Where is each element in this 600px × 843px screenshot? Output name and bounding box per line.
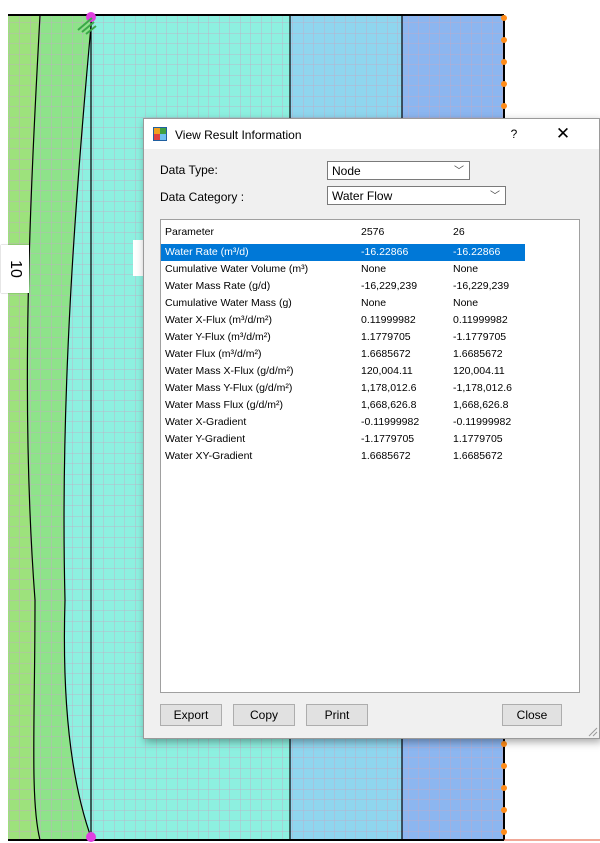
row-parameter-name: Water Y-Flux (m³/d/m²) — [165, 331, 271, 343]
table-row[interactable]: Water Y-Gradient -1.1779705 1.1779705 — [161, 431, 579, 448]
row-value: 1.1779705 — [453, 433, 503, 445]
contour-label: 10 — [1, 245, 29, 293]
table-row[interactable]: Water Flux (m³/d/m²) 1.6685672 1.6685672 — [161, 346, 579, 363]
row-value: -1.1779705 — [453, 331, 507, 343]
dialog-titlebar[interactable]: View Result Information ? ✕ — [144, 119, 599, 149]
close-icon[interactable]: ✕ — [551, 124, 575, 144]
table-row[interactable]: Cumulative Water Volume (m³) None None — [161, 261, 579, 278]
data-type-select[interactable]: Node ﹀ — [327, 161, 470, 180]
row-value: -16,229,239 — [361, 280, 418, 292]
view-result-dialog: View Result Information ? ✕ Data Type: N… — [143, 118, 600, 739]
print-button[interactable]: Print — [306, 704, 368, 726]
row-value: 120,004.11 — [361, 365, 413, 377]
row-parameter-name: Water Y-Gradient — [165, 433, 246, 445]
row-value: None — [361, 263, 387, 275]
column-header-node-26: 26 — [453, 226, 465, 238]
data-category-label: Data Category : — [160, 190, 245, 204]
row-parameter-name: Water XY-Gradient — [165, 450, 253, 462]
row-value: 1.6685672 — [453, 348, 503, 360]
dialog-title: View Result Information — [175, 128, 302, 142]
row-parameter-name: Water Mass Flux (g/d/m²) — [165, 399, 284, 411]
row-parameter-name: Cumulative Water Mass (g) — [165, 297, 292, 309]
app-icon — [153, 127, 167, 141]
row-value: 1,668,626.8 — [361, 399, 417, 411]
well-marker-bottom — [86, 832, 96, 842]
row-parameter-name: Water X-Gradient — [165, 416, 247, 428]
row-value: 0.11999982 — [453, 314, 508, 326]
data-category-select[interactable]: Water Flow ﹀ — [327, 186, 506, 205]
row-value: -16.22866 — [453, 246, 501, 258]
row-value: -1.1779705 — [361, 433, 415, 445]
chevron-down-icon: ﹀ — [454, 166, 464, 177]
table-row[interactable]: Water Mass X-Flux (g/d/m²) 120,004.11 120,… — [161, 363, 579, 380]
close-button[interactable]: Close — [502, 704, 562, 726]
data-category-value: Water Flow — [332, 189, 393, 203]
table-row[interactable]: Water X-Flux (m³/d/m²) 0.11999982 0.119999… — [161, 312, 579, 329]
row-value: 1,668,626.8 — [453, 399, 509, 411]
row-value: 0.11999982 — [361, 314, 416, 326]
table-row[interactable]: Water Mass Rate (g/d) -16,229,239 -16,229,… — [161, 278, 579, 295]
column-header-node-2576: 2576 — [361, 226, 385, 238]
table-row[interactable]: Water Mass Flux (g/d/m²) 1,668,626.8 1,668… — [161, 397, 579, 414]
row-value: 120,004.11 — [453, 365, 505, 377]
row-value: 1.6685672 — [361, 348, 411, 360]
table-row[interactable]: Water X-Gradient -0.11999982 -0.11999982 — [161, 414, 579, 431]
row-value: -1,178,012.6 — [453, 382, 512, 394]
table-row[interactable]: Cumulative Water Mass (g) None None — [161, 295, 579, 312]
result-table[interactable]: Parameter 2576 26 Water Rate (m³/d) -16.2… — [160, 219, 580, 693]
row-value: -0.11999982 — [453, 416, 512, 428]
table-row[interactable]: Water Rate (m³/d) -16.22866 -16.22866 — [161, 244, 525, 261]
data-type-value: Node — [332, 164, 361, 178]
column-header-parameter: Parameter — [165, 226, 215, 238]
table-row[interactable]: Water Y-Flux (m³/d/m²) 1.1779705 -1.177970… — [161, 329, 579, 346]
row-value: 1.6685672 — [361, 450, 411, 462]
row-parameter-name: Water Flux (m³/d/m²) — [165, 348, 262, 360]
data-type-label: Data Type: — [160, 163, 218, 177]
resize-grip-icon[interactable] — [586, 725, 598, 737]
contour-label-text: 10 — [6, 260, 24, 278]
row-parameter-name: Water X-Flux (m³/d/m²) — [165, 314, 272, 326]
row-parameter-name: Water Rate (m³/d) — [165, 246, 249, 258]
chevron-down-icon: ﹀ — [490, 191, 500, 202]
row-parameter-name: Cumulative Water Volume (m³) — [165, 263, 309, 275]
row-value: None — [453, 297, 479, 309]
table-header: Parameter 2576 26 — [161, 220, 579, 244]
row-parameter-name: Water Mass Y-Flux (g/d/m²) — [165, 382, 293, 394]
row-value: 1.6685672 — [453, 450, 503, 462]
row-value: None — [453, 263, 479, 275]
row-value: -16.22866 — [361, 246, 409, 258]
row-parameter-name: Water Mass X-Flux (g/d/m²) — [165, 365, 294, 377]
help-button[interactable]: ? — [502, 124, 526, 144]
row-parameter-name: Water Mass Rate (g/d) — [165, 280, 271, 292]
row-value: -0.11999982 — [361, 416, 420, 428]
table-row[interactable]: Water Mass Y-Flux (g/d/m²) 1,178,012.6 -1,… — [161, 380, 579, 397]
row-value: 1,178,012.6 — [361, 382, 417, 394]
table-row[interactable]: Water XY-Gradient 1.6685672 1.6685672 — [161, 448, 579, 465]
row-value: -16,229,239 — [453, 280, 510, 292]
row-value: None — [361, 297, 387, 309]
export-button[interactable]: Export — [160, 704, 222, 726]
row-value: 1.1779705 — [361, 331, 411, 343]
copy-button[interactable]: Copy — [233, 704, 295, 726]
